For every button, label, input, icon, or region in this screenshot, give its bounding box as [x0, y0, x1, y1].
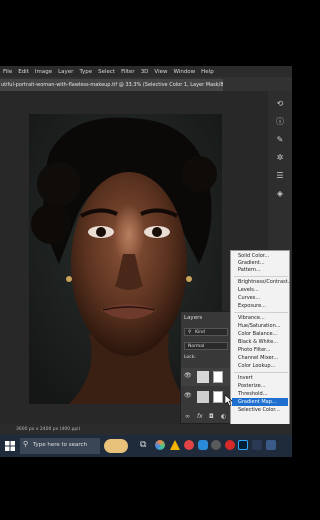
menu-item-pattern[interactable]: Pattern...	[238, 267, 261, 273]
task-view-icon[interactable]: ⧉	[140, 440, 146, 450]
blend-mode-dropdown[interactable]: Normal	[184, 342, 228, 350]
menu-select[interactable]: Select	[95, 69, 118, 75]
menu-bar: File Edit Image Layer Type Select Filter…	[0, 66, 292, 77]
menu-item-gradient[interactable]: Gradient...	[238, 260, 265, 266]
search-icon: ⚲	[23, 440, 29, 448]
menu-separator	[234, 276, 288, 277]
menu-layer[interactable]: Layer	[55, 69, 76, 75]
menu-item-hue-saturation[interactable]: Hue/Saturation...	[238, 323, 281, 329]
windows-taskbar: ⚲ Type here to search ⧉	[0, 435, 292, 457]
search-icon: ⚲	[188, 330, 192, 335]
menu-view[interactable]: View	[151, 69, 170, 75]
menu-file[interactable]: File	[0, 69, 15, 75]
adjustment-layer-thumbnail	[197, 371, 209, 383]
visibility-eye-icon[interactable]: 👁	[184, 372, 192, 379]
adjustment-layer-menu: Solid Color... Gradient... Pattern... Br…	[225, 250, 292, 438]
menu-item-gradient-map[interactable]: Gradient Map...	[238, 399, 277, 405]
menu-separator	[234, 372, 288, 373]
visibility-eye-icon[interactable]: 👁	[184, 392, 192, 399]
adjustment-layer-thumbnail	[197, 391, 209, 403]
menu-separator	[234, 312, 288, 313]
menu-3d[interactable]: 3D	[138, 69, 152, 75]
app-icon-8[interactable]	[266, 440, 276, 450]
adjustments-icon[interactable]: ✲	[275, 153, 285, 163]
taskbar-search-box[interactable]: ⚲ Type here to search	[20, 438, 100, 454]
menu-item-curves[interactable]: Curves...	[238, 295, 260, 301]
lock-label: Lock:	[184, 355, 196, 360]
info-icon[interactable]: ⓘ	[275, 117, 285, 127]
menu-item-levels[interactable]: Levels...	[238, 287, 259, 293]
photoshop-icon[interactable]	[238, 440, 248, 450]
history-icon[interactable]: ⟲	[275, 99, 285, 109]
menu-type[interactable]: Type	[76, 69, 95, 75]
layers-icon[interactable]: ◈	[275, 189, 285, 199]
layer-mask-thumbnail[interactable]	[213, 391, 223, 403]
menu-item-posterize[interactable]: Posterize...	[238, 383, 265, 389]
taskbar-search-placeholder: Type here to search	[33, 442, 88, 448]
link-layers-icon[interactable]: ∞	[185, 413, 190, 420]
fx-icon[interactable]: fx	[197, 413, 203, 420]
app-icon-4[interactable]	[198, 440, 208, 450]
menu-item-threshold[interactable]: Threshold...	[238, 391, 267, 397]
menu-item-black-white[interactable]: Black & White...	[238, 339, 278, 345]
menu-item-photo-filter[interactable]: Photo Filter...	[238, 347, 271, 353]
menu-item-channel-mixer[interactable]: Channel Mixer...	[238, 355, 278, 361]
menu-item-brightness-contrast[interactable]: Brightness/Contrast...	[238, 279, 292, 285]
app-icon-6[interactable]	[225, 440, 235, 450]
app-icon-5[interactable]	[211, 440, 221, 450]
filter-kind-dropdown[interactable]: ⚲ Kind	[184, 328, 228, 336]
menu-item-color-balance[interactable]: Color Balance...	[238, 331, 277, 337]
menu-item-exposure[interactable]: Exposure...	[238, 303, 266, 309]
add-mask-icon[interactable]: ◘	[209, 413, 214, 420]
app-icon-2[interactable]	[170, 440, 180, 450]
menu-image[interactable]: Image	[32, 69, 55, 75]
menu-item-color-lookup[interactable]: Color Lookup...	[238, 363, 275, 369]
app-icon-1[interactable]	[155, 440, 165, 450]
filter-kind-label: Kind	[195, 330, 205, 335]
properties-icon[interactable]: ☰	[275, 171, 285, 181]
menu-window[interactable]: Window	[170, 69, 198, 75]
windows-start-icon[interactable]	[5, 441, 15, 451]
layer-mask-thumbnail[interactable]	[213, 371, 223, 383]
new-adjustment-icon[interactable]: ◐	[221, 413, 226, 420]
document-tab-bar: utiful-portrait-woman-with-flawless-make…	[0, 77, 292, 91]
brush-icon[interactable]: ✎	[275, 135, 285, 145]
mouse-cursor-icon	[225, 395, 233, 406]
document-dimensions: 3600 px x 2400 px (400 ppi)	[16, 427, 81, 432]
app-icon-3[interactable]	[184, 440, 194, 450]
menu-item-invert[interactable]: Invert	[238, 375, 253, 381]
menu-item-vibrance[interactable]: Vibrance...	[238, 315, 265, 321]
menu-edit[interactable]: Edit	[15, 69, 32, 75]
menu-help[interactable]: Help	[198, 69, 217, 75]
app-icon-7[interactable]	[252, 440, 262, 450]
document-tab[interactable]: utiful-portrait-woman-with-flawless-make…	[0, 79, 223, 91]
layers-panel-title[interactable]: Layers	[184, 315, 202, 321]
menu-item-selective-color[interactable]: Selective Color...	[238, 407, 280, 413]
document-status-bar: 3600 px x 2400 px (400 ppi)	[0, 424, 292, 435]
news-widget-icon[interactable]	[104, 439, 128, 453]
menu-item-solid-color[interactable]: Solid Color...	[238, 253, 269, 259]
menu-filter[interactable]: Filter	[118, 69, 138, 75]
